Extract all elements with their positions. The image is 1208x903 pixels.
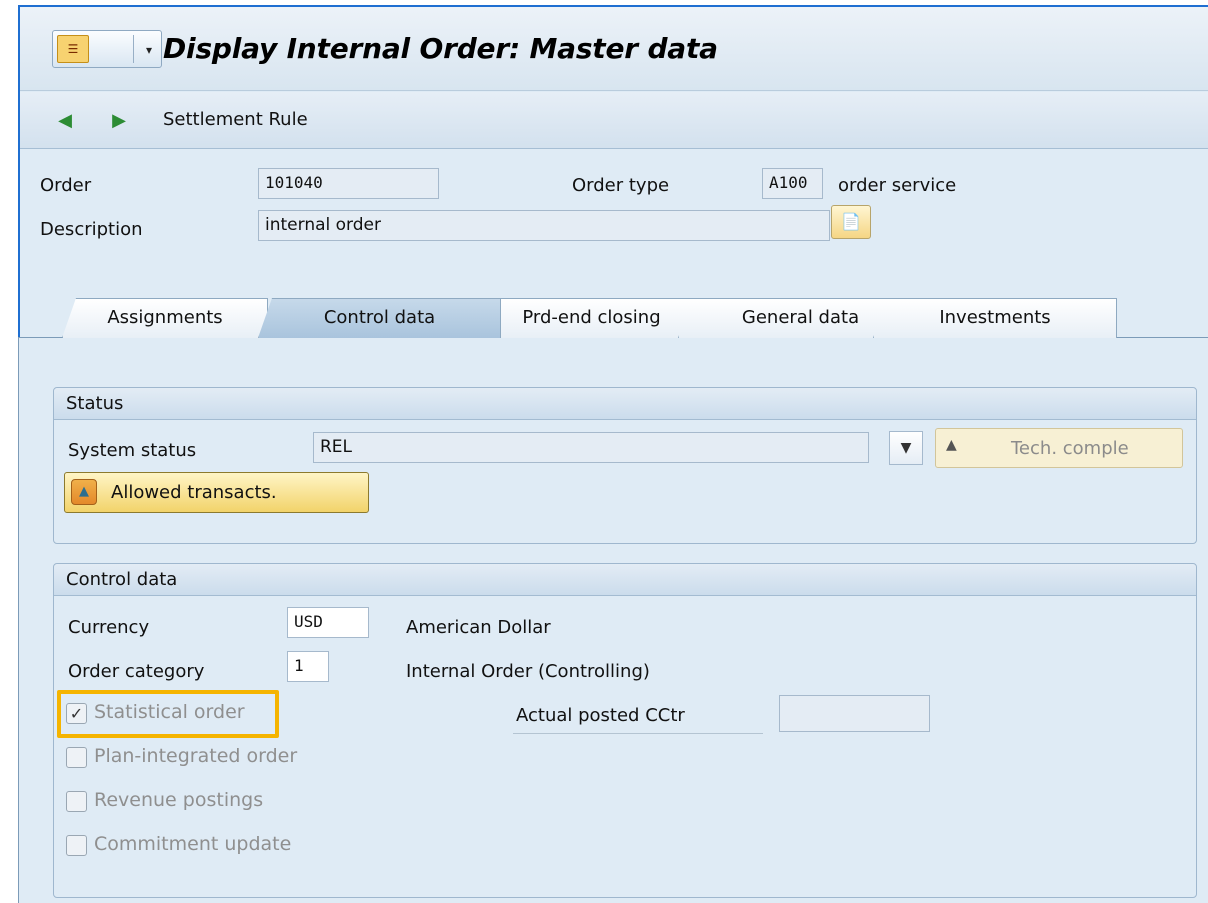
order-type-field[interactable]: A100 <box>762 168 823 199</box>
order-category-field[interactable]: 1 <box>287 651 329 682</box>
control-data-group-title: Control data <box>54 564 1196 596</box>
chevron-down-icon[interactable]: ▾ <box>139 35 159 63</box>
order-type-label: Order type <box>572 175 670 196</box>
tech-complete-label: Tech. comple <box>1011 438 1129 459</box>
actual-posted-cctr-underline <box>513 733 763 734</box>
description-field[interactable]: internal order <box>258 210 830 241</box>
allowed-transacts-label: Allowed transacts. <box>111 482 277 503</box>
mountain-icon: ▲ <box>71 479 97 505</box>
checkbox-icon[interactable] <box>66 791 87 812</box>
plan-integrated-order-label: Plan-integrated order <box>94 745 298 767</box>
order-category-text: Internal Order (Controlling) <box>406 661 650 682</box>
currency-field[interactable]: USD <box>287 607 369 638</box>
order-category-label: Order category <box>68 661 205 682</box>
commitment-update-label: Commitment update <box>94 833 292 855</box>
currency-label: Currency <box>68 617 150 638</box>
settlement-rule-button[interactable]: Settlement Rule <box>163 109 308 130</box>
menu-button-divider <box>133 35 134 63</box>
long-text-icon: 📄 <box>841 212 861 231</box>
tech-complete-button[interactable]: ▲ Tech. comple <box>935 428 1183 468</box>
order-field[interactable]: 101040 <box>258 168 439 199</box>
tab-control-data[interactable]: Control data <box>258 298 501 338</box>
system-status-label: System status <box>68 440 197 461</box>
tab-assignments[interactable]: Assignments <box>62 298 268 338</box>
order-label: Order <box>40 175 92 196</box>
checkbox-icon[interactable] <box>66 835 87 856</box>
actual-posted-cctr-field[interactable] <box>779 695 930 732</box>
menu-button[interactable]: ☰ ▾ <box>52 30 162 68</box>
checkbox-icon[interactable] <box>66 747 87 768</box>
revenue-postings-label: Revenue postings <box>94 789 264 811</box>
status-group-title: Status <box>54 388 1196 420</box>
title-bar: ☰ ▾ Display Internal Order: Master data <box>20 7 1208 91</box>
page-title: Display Internal Order: Master data <box>163 32 718 65</box>
statistical-order-label: Statistical order <box>94 701 245 723</box>
long-text-button[interactable]: 📄 <box>831 205 871 239</box>
next-icon[interactable]: ▶ <box>107 109 131 133</box>
previous-icon[interactable]: ◀ <box>53 109 77 133</box>
order-type-text: order service <box>838 175 957 196</box>
checkbox-checked-icon[interactable]: ✓ <box>66 703 87 724</box>
application-toolbar: ◀ ▶ Settlement Rule <box>20 92 1208 149</box>
description-label: Description <box>40 219 143 240</box>
system-status-field[interactable]: REL <box>313 432 869 463</box>
allowed-transacts-button[interactable]: ▲ Allowed transacts. <box>64 472 369 513</box>
actual-posted-cctr-label: Actual posted CCtr <box>516 705 685 726</box>
currency-text: American Dollar <box>406 617 551 638</box>
triangle-down-icon: ▼ <box>900 440 912 456</box>
sap-menu-icon: ☰ <box>57 35 89 63</box>
triangle-up-icon: ▲ <box>946 437 957 453</box>
tab-investments[interactable]: Investments <box>873 298 1117 338</box>
status-down-button[interactable]: ▼ <box>889 431 923 465</box>
